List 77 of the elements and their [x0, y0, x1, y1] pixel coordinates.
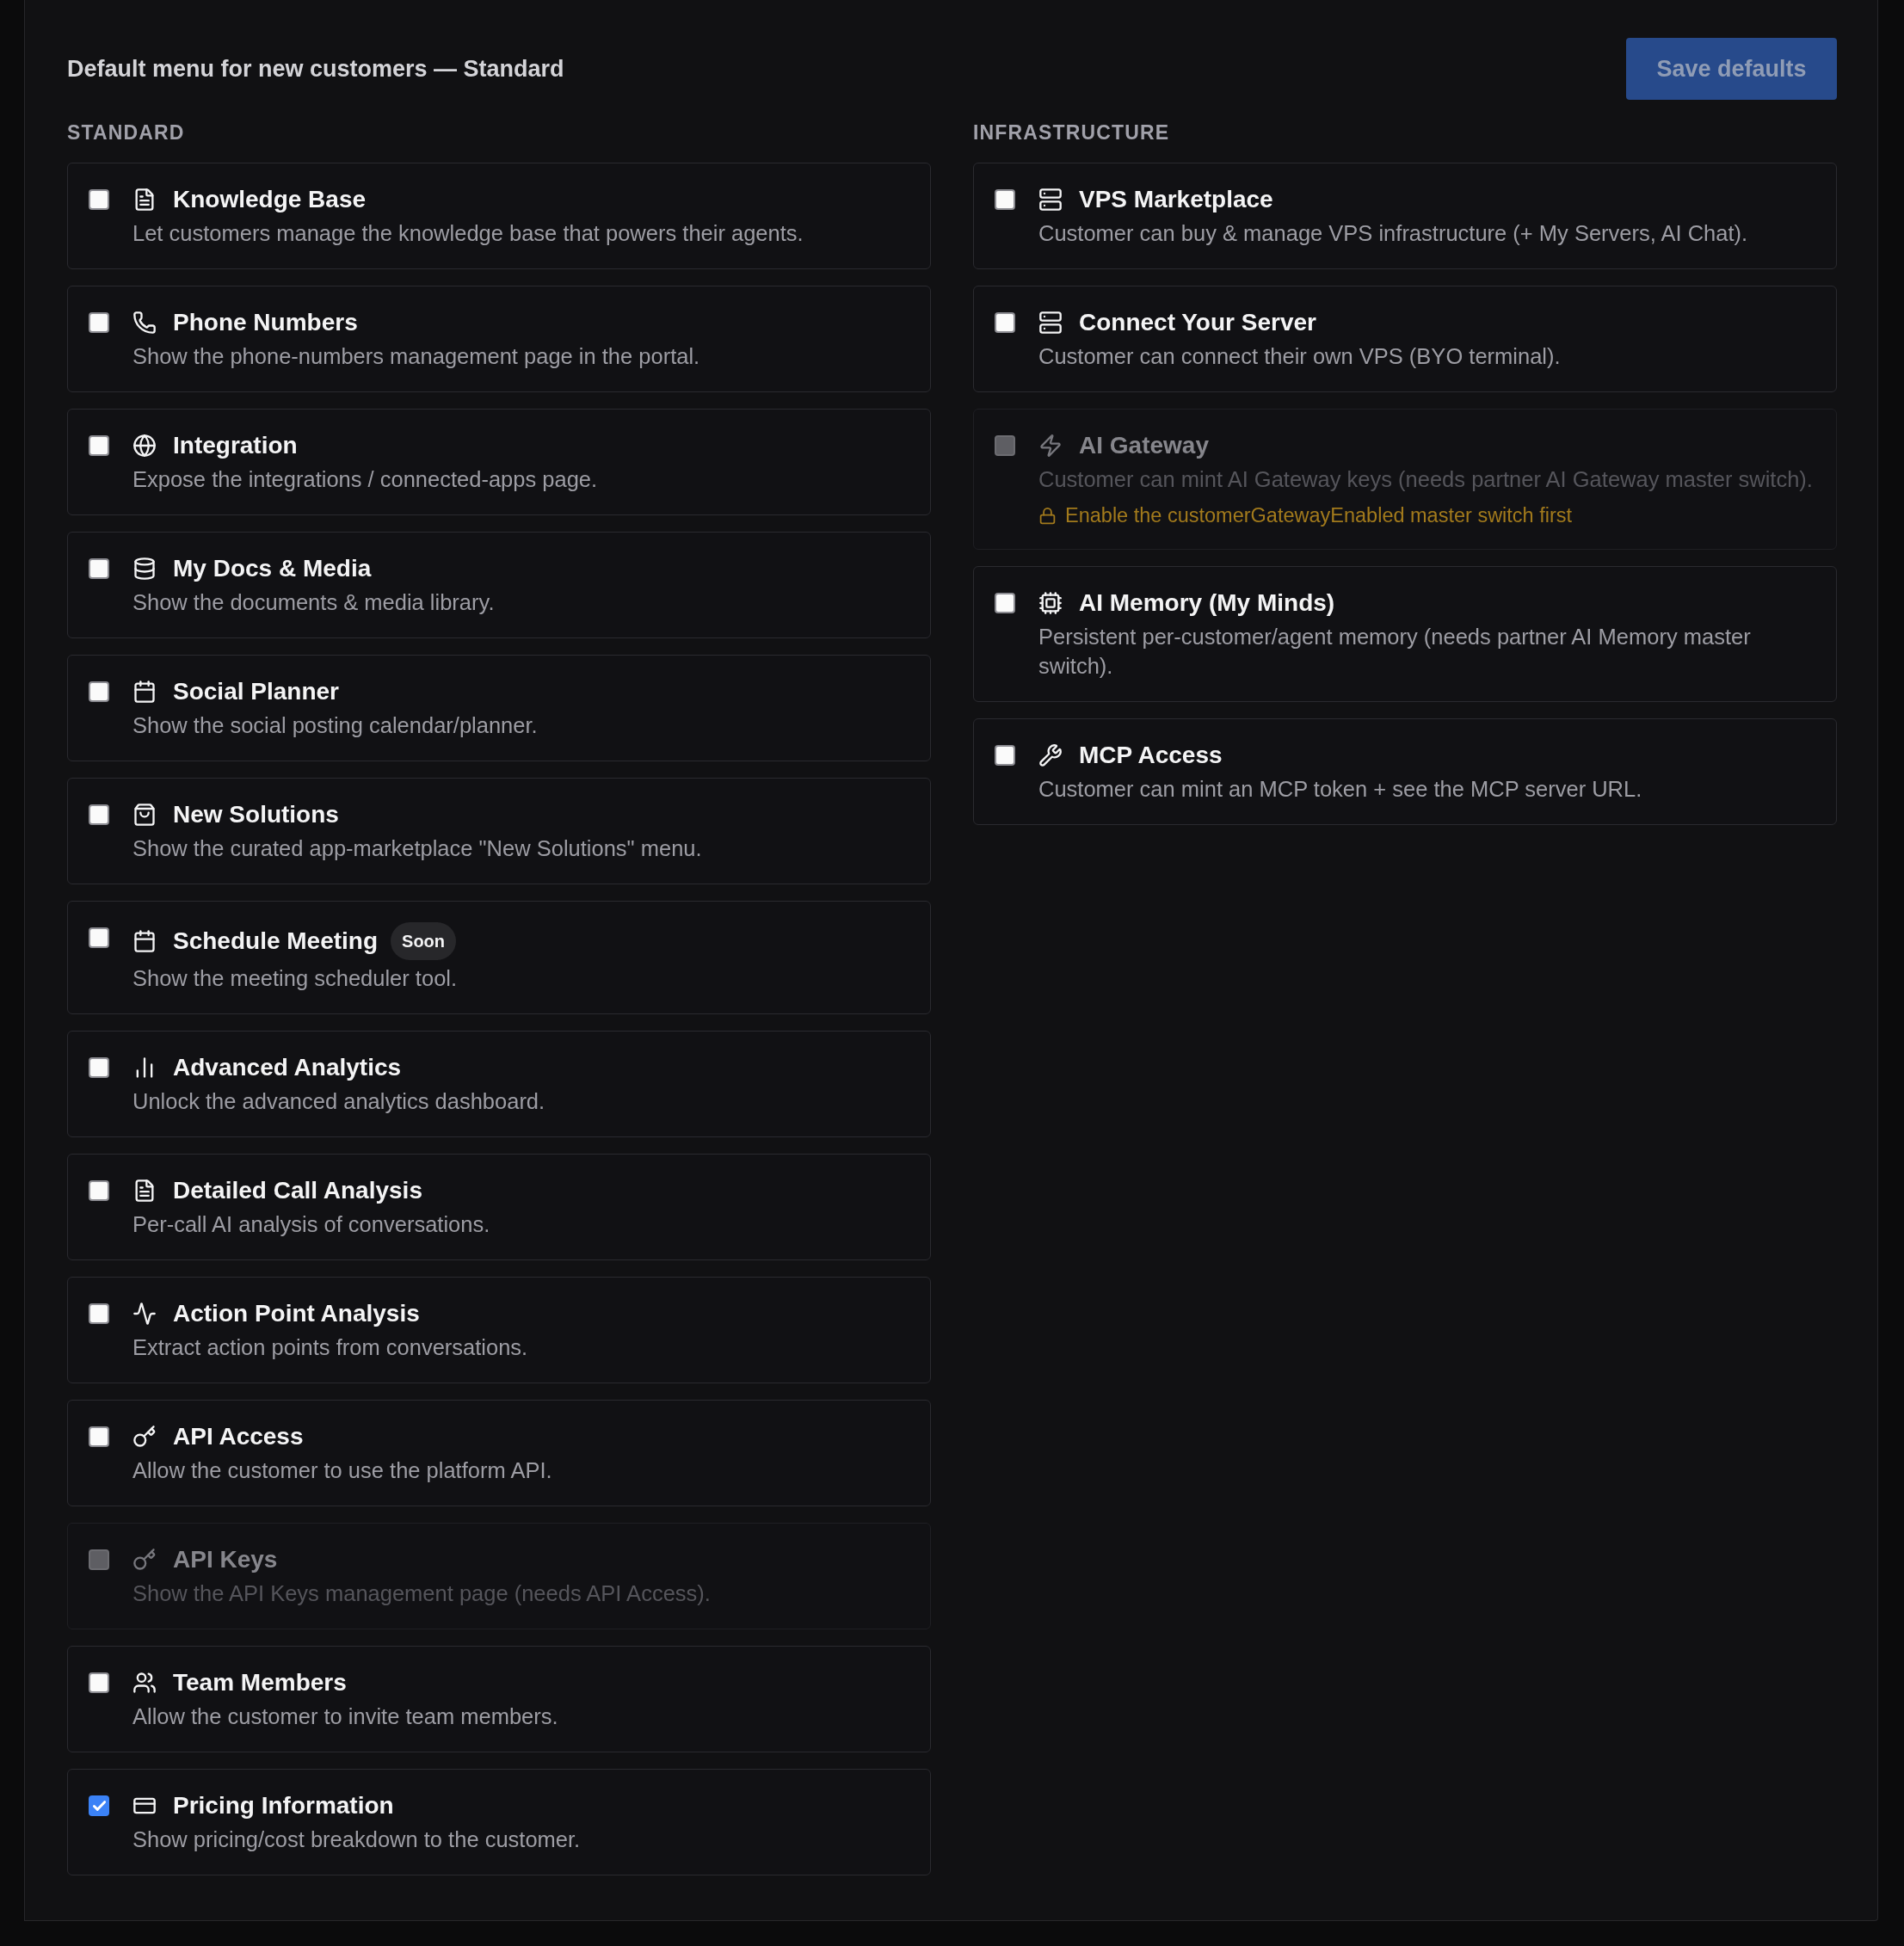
shopping-bag-icon — [132, 803, 157, 827]
checkmark-icon — [92, 1801, 106, 1811]
checkbox[interactable] — [89, 681, 109, 702]
feature-title: API Keys — [173, 1545, 278, 1574]
phone-icon — [132, 311, 157, 335]
checkbox[interactable] — [89, 1180, 109, 1201]
wrench-icon — [1038, 743, 1063, 767]
feature-title: My Docs & Media — [173, 554, 372, 583]
checkbox[interactable] — [995, 312, 1015, 333]
checkbox[interactable] — [89, 189, 109, 210]
feature-title: Social Planner — [173, 677, 339, 706]
feature-title: Integration — [173, 431, 298, 460]
database-icon — [132, 557, 157, 581]
feature-description: Customer can buy & manage VPS infrastructure (+ My Servers, AI Chat). — [1038, 220, 1749, 247]
checkbox[interactable] — [89, 1672, 109, 1693]
feature-description: Customer can mint an MCP token + see the MCP server URL. — [1038, 776, 1643, 803]
feature-title: API Access — [173, 1422, 304, 1451]
feature-description: Customer can mint AI Gateway keys (needs partner AI Gateway master switch). — [1038, 466, 1814, 493]
users-icon — [132, 1671, 157, 1695]
feature-description: Show the API Keys management page (needs API Access). — [132, 1580, 712, 1607]
checkbox[interactable] — [995, 189, 1015, 210]
feature-title: Advanced Analytics — [173, 1053, 402, 1082]
feature-title: Detailed Call Analysis — [173, 1176, 422, 1205]
feature-title: MCP Access — [1079, 741, 1223, 770]
checkbox[interactable] — [995, 593, 1015, 613]
notice-text: Enable the customerGatewayEnabled master switch first — [1065, 503, 1573, 528]
feature-description: Show the social posting calendar/planner. — [132, 712, 539, 739]
checkbox[interactable] — [995, 745, 1015, 766]
checkbox[interactable] — [89, 927, 109, 948]
checkbox[interactable] — [89, 1426, 109, 1447]
feature-description: Show pricing/cost breakdown to the customer. — [132, 1826, 582, 1853]
checkbox[interactable] — [89, 435, 109, 456]
chip-icon — [1038, 591, 1063, 615]
section-heading: STANDARD — [67, 120, 186, 145]
checkbox[interactable] — [89, 558, 109, 579]
feature-title: Phone Numbers — [173, 308, 358, 337]
calendar-icon — [132, 929, 157, 953]
checkbox[interactable] — [89, 1795, 109, 1816]
feature-description: Persistent per-customer/agent memory (needs partner AI Memory master switch). — [1038, 624, 1752, 680]
key-icon — [132, 1548, 157, 1572]
feature-title: New Solutions — [173, 800, 339, 829]
feature-description: Unlock the advanced analytics dashboard. — [132, 1088, 546, 1115]
feature-description: Show the curated app-marketplace "New Solutions" menu. — [132, 835, 703, 862]
key-icon — [132, 1425, 157, 1449]
server-icon — [1038, 311, 1063, 335]
feature-description: Per-call AI analysis of conversations. — [132, 1211, 491, 1238]
feature-description: Customer can connect their own VPS (BYO terminal). — [1038, 343, 1562, 370]
checkbox[interactable] — [89, 1057, 109, 1078]
feature-title: VPS Marketplace — [1079, 185, 1273, 214]
section-heading: INFRASTRUCTURE — [973, 120, 1171, 145]
lock-icon — [1038, 506, 1057, 525]
feature-title: Schedule Meeting — [173, 927, 379, 956]
pulse-icon — [132, 1302, 157, 1326]
feature-title: Knowledge Base — [173, 185, 367, 214]
feature-description: Show the meeting scheduler tool. — [132, 965, 459, 992]
feature-description: Show the phone-numbers management page in the portal. — [132, 343, 701, 370]
feature-description: Allow the customer to invite team members. — [132, 1703, 559, 1730]
feature-description: Extract action points from conversations. — [132, 1334, 529, 1361]
feature-description: Show the documents & media library. — [132, 589, 496, 616]
feature-title: Pricing Information — [173, 1791, 394, 1820]
checkbox[interactable] — [89, 1303, 109, 1324]
checkbox[interactable] — [89, 312, 109, 333]
checkbox[interactable] — [89, 804, 109, 825]
page-title: Default menu for new customers — Standard — [67, 55, 564, 83]
feature-description: Expose the integrations / connected-apps page. — [132, 466, 599, 493]
feature-title: Action Point Analysis — [173, 1299, 420, 1328]
feature-title: AI Gateway — [1079, 431, 1209, 460]
feature-title: AI Memory (My Minds) — [1079, 588, 1335, 618]
feature-title: Team Members — [173, 1668, 347, 1697]
server-icon — [1038, 188, 1063, 212]
status-badge: Soon — [391, 922, 457, 960]
lightning-icon — [1038, 434, 1063, 458]
feature-description: Let customers manage the knowledge base that powers their agents. — [132, 220, 804, 247]
feature-title: Connect Your Server — [1079, 308, 1316, 337]
globe-icon — [132, 434, 157, 458]
feature-description: Allow the customer to use the platform API. — [132, 1457, 553, 1484]
calendar-icon — [132, 680, 157, 704]
